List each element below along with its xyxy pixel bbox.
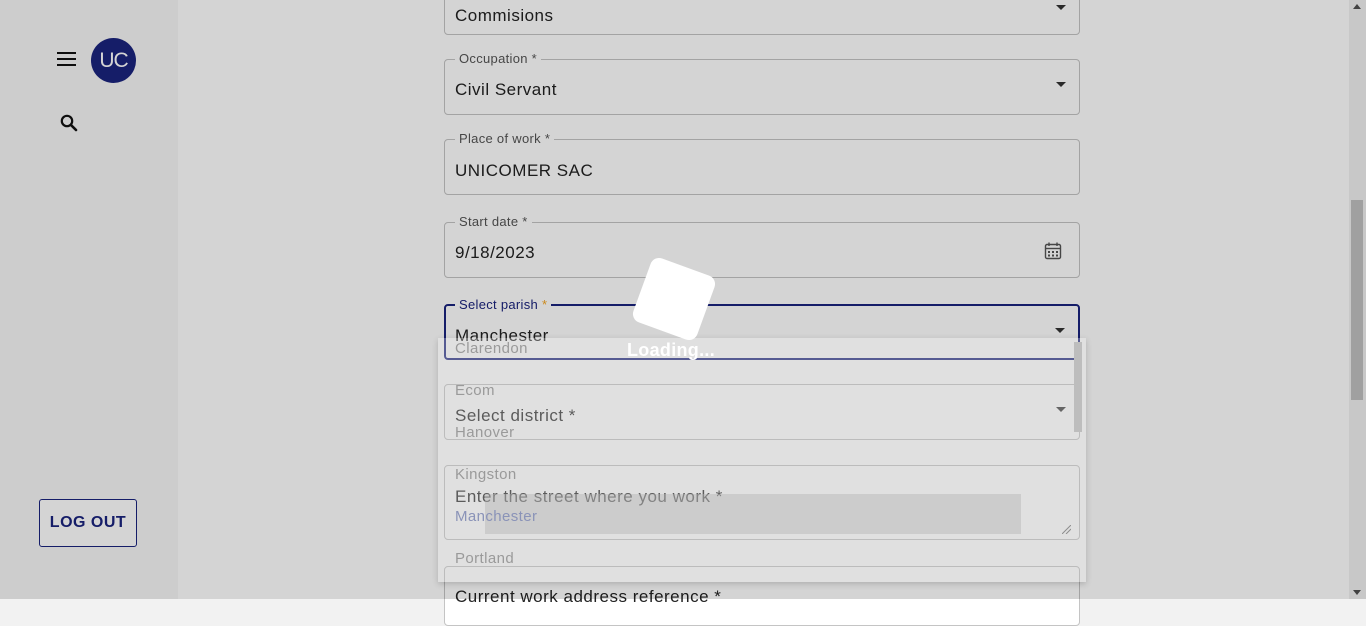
parish-option[interactable]: Portland	[455, 550, 514, 567]
dropdown-scrollbar-thumb[interactable]	[1074, 342, 1082, 432]
parish-option[interactable]: Ecom	[455, 382, 495, 399]
selected-option-highlight	[485, 494, 1021, 534]
parish-option[interactable]: Clarendon	[455, 340, 528, 357]
parish-option[interactable]: Manchester	[455, 508, 537, 525]
parish-option[interactable]: Hanover	[455, 424, 515, 441]
loading-text: Loading...	[627, 340, 715, 360]
parish-option[interactable]: Kingston	[455, 466, 517, 483]
parish-dropdown-list[interactable]: Clarendon Ecom Hanover Kingston Manchest…	[438, 338, 1086, 582]
